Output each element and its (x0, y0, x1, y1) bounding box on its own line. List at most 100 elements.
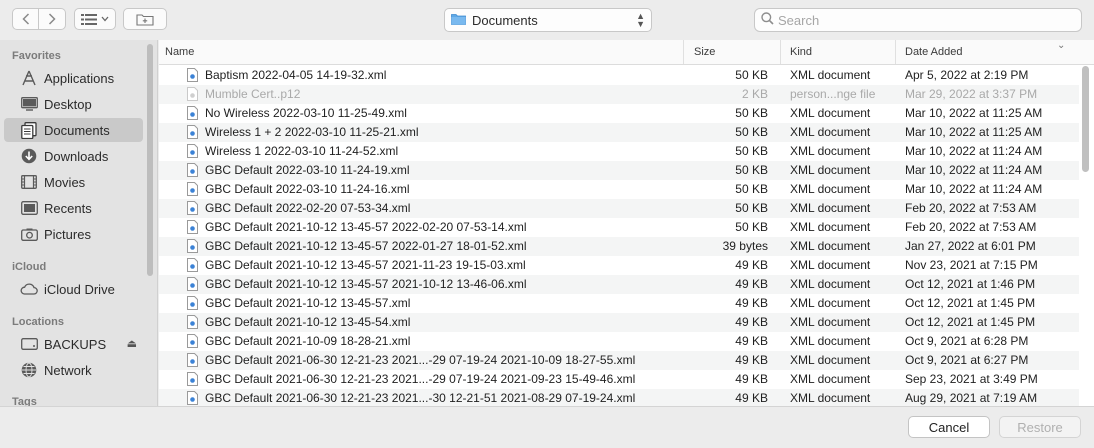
section-locations: Locations (12, 316, 64, 328)
search-input[interactable] (778, 12, 1068, 28)
file-row[interactable]: Mumble Cert..p12 2 KB person...nge file Mar… (159, 85, 1079, 104)
restore-button[interactable]: Restore (999, 416, 1081, 438)
file-kind: XML document (790, 220, 871, 234)
sidebar-item-label: iCloud Drive (44, 281, 115, 297)
forward-button[interactable] (39, 8, 66, 30)
sidebar-item-recents[interactable]: Recents (4, 196, 143, 220)
new-folder-icon (136, 13, 154, 26)
location-label: Documents (472, 12, 538, 28)
xml-file-icon (187, 334, 198, 348)
file-row[interactable]: GBC Default 2021-10-12 13-45-57 2021-10-… (159, 275, 1079, 294)
file-date-added: Mar 10, 2022 at 11:25 AM (905, 106, 1043, 120)
pictures-icon (20, 225, 38, 243)
sidebar-item-documents[interactable]: Documents (4, 118, 143, 142)
file-rows: Baptism 2022-04-05 14-19-32.xml 50 KB XML … (159, 66, 1079, 406)
xml-file-icon (187, 277, 198, 291)
sidebar-item-desktop[interactable]: Desktop (4, 92, 143, 116)
file-name: Baptism 2022-04-05 14-19-32.xml (205, 68, 387, 82)
file-kind: XML document (790, 258, 871, 272)
file-row[interactable]: GBC Default 2021-06-30 12-21-23 2021...-… (159, 370, 1079, 389)
file-size: 2 KB (741, 87, 768, 101)
column-header-kind[interactable]: Kind (784, 40, 896, 64)
file-list: Name Size Kind Date Added ⌄ Baptism 2022… (159, 40, 1094, 406)
file-date-added: Aug 29, 2021 at 7:19 AM (905, 391, 1038, 405)
file-row[interactable]: No Wireless 2022-03-10 11-25-49.xml 50 KB… (159, 104, 1079, 123)
search-icon (761, 12, 774, 28)
back-button[interactable] (12, 8, 39, 30)
file-date-added: Mar 29, 2022 at 3:37 PM (905, 87, 1038, 101)
sidebar-scrollbar[interactable] (147, 44, 153, 276)
file-row[interactable]: GBC Default 2021-10-12 13-45-57.xml 49 KB… (159, 294, 1079, 313)
file-kind: XML document (790, 144, 871, 158)
view-options-button[interactable] (74, 8, 116, 30)
file-kind: XML document (790, 372, 871, 386)
file-row[interactable]: GBC Default 2022-02-20 07-53-34.xml 50 KB… (159, 199, 1079, 218)
file-kind: XML document (790, 353, 871, 367)
file-kind: XML document (790, 391, 871, 405)
sidebar-item-movies[interactable]: Movies (4, 170, 143, 194)
location-popup[interactable]: Documents ▲ ▼ (444, 8, 652, 32)
sidebar-item-downloads[interactable]: Downloads (4, 144, 143, 168)
file-size: 50 KB (735, 182, 768, 196)
column-header-size[interactable]: Size (688, 40, 781, 64)
cancel-button[interactable]: Cancel (908, 416, 990, 438)
xml-file-icon (187, 220, 198, 234)
sidebar-item-network[interactable]: Network (4, 358, 143, 382)
column-header-date-added[interactable]: Date Added (899, 40, 1079, 64)
file-kind: person...nge file (790, 87, 876, 101)
file-row[interactable]: GBC Default 2021-06-30 12-21-23 2021...-… (159, 351, 1079, 370)
xml-file-icon (187, 239, 198, 253)
file-row[interactable]: Baptism 2022-04-05 14-19-32.xml 50 KB XML … (159, 66, 1079, 85)
xml-file-icon (187, 391, 198, 405)
file-date-added: Nov 23, 2021 at 7:15 PM (905, 258, 1038, 272)
file-row[interactable]: Wireless 1 2022-03-10 11-24-52.xml 50 KB X… (159, 142, 1079, 161)
sidebar-item-icloud-drive[interactable]: iCloud Drive (4, 277, 143, 301)
file-date-added: Feb 20, 2022 at 7:53 AM (905, 201, 1037, 215)
file-size: 50 KB (735, 125, 768, 139)
list-scrollbar[interactable] (1082, 66, 1089, 172)
file-date-added: Mar 10, 2022 at 11:24 AM (905, 182, 1043, 196)
file-size: 39 bytes (722, 239, 768, 253)
section-tags: Tags (12, 396, 37, 406)
sidebar-item-label: Movies (44, 174, 86, 190)
sort-chevron-icon: ⌄ (1057, 40, 1066, 51)
eject-icon[interactable]: ⏏ (127, 337, 137, 350)
sidebar-item-pictures[interactable]: Pictures (4, 222, 143, 246)
sidebar: Favorites Applications Desktop Documents… (0, 40, 158, 406)
new-folder-button[interactable] (123, 8, 167, 30)
file-row[interactable]: GBC Default 2021-10-12 13-45-57 2022-02-… (159, 218, 1079, 237)
drive-icon (20, 335, 38, 353)
file-row[interactable]: GBC Default 2021-10-09 18-28-21.xml 49 KB… (159, 332, 1079, 351)
file-row[interactable]: Wireless 1 + 2 2022-03-10 11-25-21.xml 50… (159, 123, 1079, 142)
file-kind: XML document (790, 296, 871, 310)
xml-file-icon (187, 163, 198, 177)
sidebar-item-applications[interactable]: Applications (4, 66, 143, 90)
xml-file-icon (187, 258, 198, 272)
file-row[interactable]: GBC Default 2021-10-12 13-45-57 2021-11-… (159, 256, 1079, 275)
file-kind: XML document (790, 125, 871, 139)
documents-icon (20, 121, 38, 139)
sidebar-item-label: Network (44, 362, 92, 378)
file-row[interactable]: GBC Default 2021-10-12 13-45-57 2022-01-… (159, 237, 1079, 256)
file-row[interactable]: GBC Default 2021-10-12 13-45-54.xml 49 KB… (159, 313, 1079, 332)
file-name: GBC Default 2021-10-12 13-45-57 2021-11-… (205, 258, 526, 272)
file-row[interactable]: GBC Default 2022-03-10 11-24-16.xml 50 KB… (159, 180, 1079, 199)
chevron-right-icon (48, 13, 56, 25)
search-field[interactable] (754, 8, 1082, 32)
chevron-down-icon (101, 16, 109, 22)
file-date-added: Oct 9, 2021 at 6:28 PM (905, 334, 1029, 348)
file-name: Mumble Cert..p12 (205, 87, 301, 101)
file-name: No Wireless 2022-03-10 11-25-49.xml (205, 106, 407, 120)
file-name: GBC Default 2021-10-12 13-45-54.xml (205, 315, 411, 329)
file-date-added: Oct 9, 2021 at 6:27 PM (905, 353, 1029, 367)
file-kind: XML document (790, 163, 871, 177)
column-header-name[interactable]: Name (159, 40, 684, 64)
file-row[interactable]: GBC Default 2021-06-30 12-21-23 2021...-… (159, 389, 1079, 406)
sidebar-item-backups[interactable]: BACKUPS ⏏ (4, 332, 143, 356)
list-header: Name Size Kind Date Added ⌄ (159, 40, 1094, 65)
bottom-bar: Cancel Restore (0, 406, 1094, 448)
file-date-added: Oct 12, 2021 at 1:45 PM (905, 315, 1036, 329)
file-name: GBC Default 2022-03-10 11-24-19.xml (205, 163, 410, 177)
file-row[interactable]: GBC Default 2022-03-10 11-24-19.xml 50 KB… (159, 161, 1079, 180)
file-size: 49 KB (735, 353, 768, 367)
